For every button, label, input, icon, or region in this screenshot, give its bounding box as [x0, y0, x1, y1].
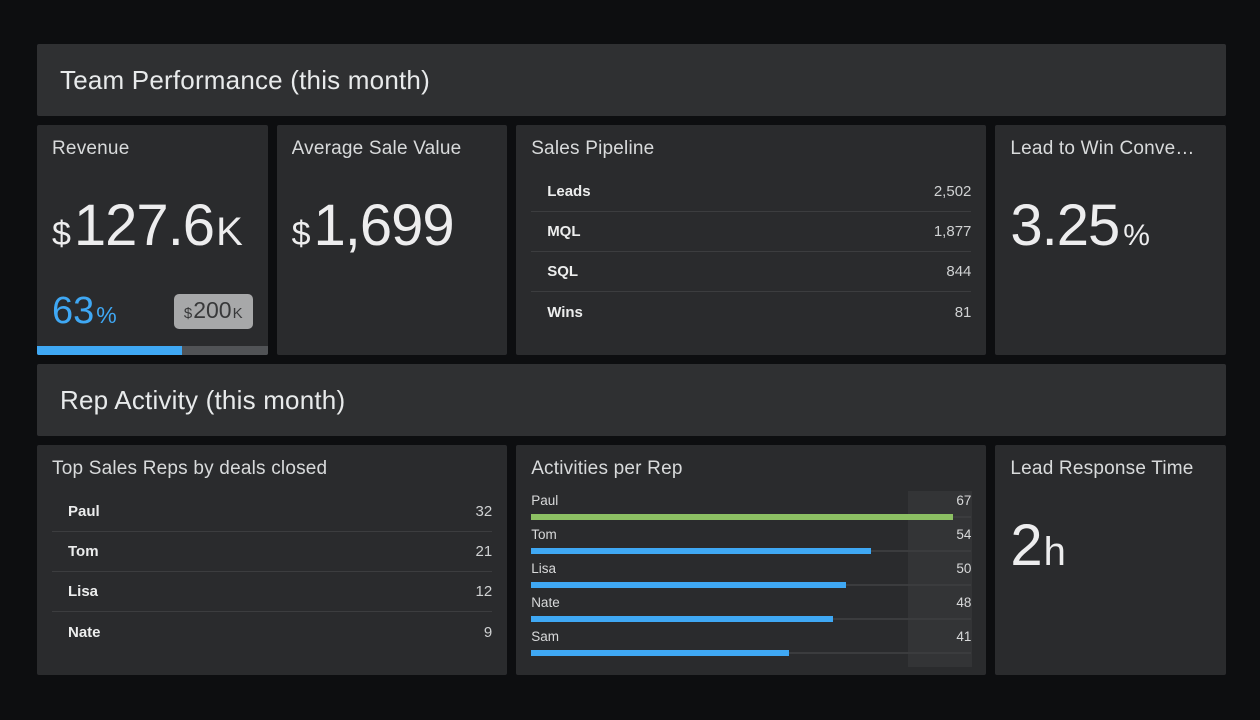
bar-track	[531, 548, 971, 554]
card-lead-response-time: Lead Response Time 2h	[995, 445, 1226, 675]
bar-row: Nate 48	[531, 595, 971, 622]
revenue-goal-badge: $200K	[174, 294, 253, 329]
conversion-amount: 3.25	[1010, 192, 1119, 259]
pipeline-row-label: MQL	[547, 223, 580, 240]
revenue-value: $127.6K	[52, 192, 253, 259]
leaderboard-row-value: 12	[476, 583, 493, 600]
bar-row-value: 67	[956, 493, 971, 508]
bar-row-value: 50	[956, 561, 971, 576]
leaderboard-row: Lisa 12	[52, 572, 492, 612]
response-time-unit: h	[1044, 530, 1066, 575]
leaderboard-row-value: 32	[476, 503, 493, 520]
pipeline-row-value: 844	[946, 263, 971, 280]
sales-pipeline-title: Sales Pipeline	[531, 138, 971, 160]
activities-title: Activities per Rep	[531, 458, 971, 480]
average-sale-amount: 1,699	[314, 192, 454, 259]
bar-row-label: Nate	[531, 595, 560, 610]
bar-row: Paul 67	[531, 493, 971, 520]
average-sale-title: Average Sale Value	[292, 138, 493, 160]
revenue-progress-fill	[37, 346, 182, 355]
card-average-sale-value: Average Sale Value $1,699	[277, 125, 508, 355]
bar-row-label: Paul	[531, 493, 558, 508]
bar-fill	[531, 548, 871, 554]
pipeline-row-value: 81	[955, 304, 972, 321]
section-title-team-performance: Team Performance (this month)	[60, 65, 430, 96]
bar-fill	[531, 514, 952, 520]
lead-to-win-title: Lead to Win Conve…	[1010, 138, 1211, 160]
leaderboard-row-label: Lisa	[68, 583, 98, 600]
leaderboard-row-value: 9	[484, 624, 492, 641]
bar-fill	[531, 616, 833, 622]
leaderboard-row-label: Nate	[68, 624, 101, 641]
revenue-currency-symbol: $	[52, 215, 71, 254]
card-sales-pipeline: Sales Pipeline Leads 2,502 MQL 1,877 SQL…	[516, 125, 986, 355]
average-sale-value: $1,699	[292, 192, 493, 259]
bar-row-label: Lisa	[531, 561, 556, 576]
section-title-rep-activity: Rep Activity (this month)	[60, 385, 345, 416]
average-sale-currency-symbol: $	[292, 215, 311, 254]
bar-row-value: 48	[956, 595, 971, 610]
pipeline-row-label: Wins	[547, 304, 583, 321]
pipeline-row-wins: Wins 81	[531, 292, 971, 332]
leaderboard-row: Paul 32	[52, 492, 492, 532]
conversion-percent-sign: %	[1123, 219, 1150, 253]
revenue-percent-sign: %	[96, 302, 116, 329]
card-top-sales-reps: Top Sales Reps by deals closed Paul 32 T…	[37, 445, 507, 675]
bar-row: Lisa 50	[531, 561, 971, 588]
bar-track	[531, 616, 971, 622]
bar-row-value: 54	[956, 527, 971, 542]
bar-fill	[531, 650, 789, 656]
leaderboard-row-label: Paul	[68, 503, 100, 520]
leaderboard-row-label: Tom	[68, 543, 99, 560]
revenue-progress-percent: 63%	[52, 290, 117, 333]
bar-row-value: 41	[956, 629, 971, 644]
revenue-footer: 63% $200K	[52, 290, 253, 333]
goal-currency-symbol: $	[184, 305, 192, 322]
lead-response-title: Lead Response Time	[1010, 458, 1211, 480]
bar-row: Sam 41	[531, 629, 971, 656]
bar-track	[531, 582, 971, 588]
revenue-percent-number: 63	[52, 290, 94, 333]
bar-row: Tom 54	[531, 527, 971, 554]
section-header-team-performance: Team Performance (this month)	[37, 44, 1226, 116]
bar-row-label: Tom	[531, 527, 557, 542]
pipeline-row-label: SQL	[547, 263, 578, 280]
pipeline-row-value: 1,877	[934, 223, 972, 240]
dashboard: Team Performance (this month) Revenue $1…	[37, 44, 1226, 675]
leaderboard-row: Tom 21	[52, 532, 492, 572]
top-sales-reps-title: Top Sales Reps by deals closed	[52, 458, 492, 480]
bar-row-label: Sam	[531, 629, 559, 644]
card-activities-per-rep: Activities per Rep Paul 67 Tom 54 Lisa	[516, 445, 986, 675]
response-time-amount: 2	[1010, 512, 1041, 579]
bar-track	[531, 514, 971, 520]
lead-to-win-value: 3.25%	[1010, 192, 1211, 259]
goal-amount: 200	[193, 297, 231, 324]
pipeline-row-mql: MQL 1,877	[531, 212, 971, 252]
card-revenue: Revenue $127.6K 63% $200K	[37, 125, 268, 355]
revenue-unit: K	[216, 210, 243, 255]
leaderboard-row: Nate 9	[52, 612, 492, 652]
bar-fill	[531, 582, 845, 588]
lead-response-value: 2h	[1010, 512, 1211, 579]
pipeline-row-value: 2,502	[934, 183, 972, 200]
activities-bar-chart: Paul 67 Tom 54 Lisa 50	[531, 493, 971, 656]
revenue-progress-bar	[37, 346, 268, 355]
card-lead-to-win-conversion: Lead to Win Conve… 3.25%	[995, 125, 1226, 355]
pipeline-row-sql: SQL 844	[531, 252, 971, 292]
goal-unit: K	[233, 305, 243, 322]
revenue-amount: 127.6	[74, 192, 214, 259]
section-header-rep-activity: Rep Activity (this month)	[37, 364, 1226, 436]
bar-track	[531, 650, 971, 656]
revenue-title: Revenue	[52, 138, 253, 160]
sales-pipeline-rows: Leads 2,502 MQL 1,877 SQL 844 Wins 81	[531, 172, 971, 332]
pipeline-row-leads: Leads 2,502	[531, 172, 971, 212]
top-sales-reps-rows: Paul 32 Tom 21 Lisa 12 Nate 9	[52, 492, 492, 652]
pipeline-row-label: Leads	[547, 183, 590, 200]
leaderboard-row-value: 21	[476, 543, 493, 560]
